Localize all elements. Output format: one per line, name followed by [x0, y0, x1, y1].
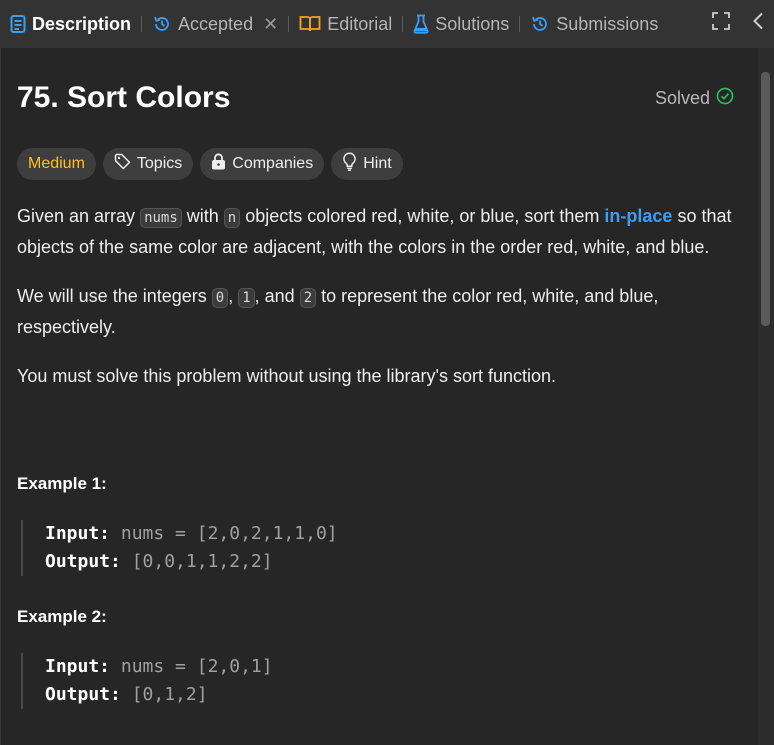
tag-icon [114, 153, 131, 175]
output-label: Output: [45, 684, 121, 705]
inline-code-1: 1 [238, 288, 255, 308]
input-label: Input: [45, 523, 111, 544]
description-paragraph-3: You must solve this problem without usin… [17, 366, 557, 386]
tab-bar: Description Accepted ✕ Editorial Solutio… [0, 0, 774, 48]
tab-accepted[interactable]: Accepted ✕ [152, 0, 278, 48]
solved-status: Solved [655, 87, 734, 110]
description-paragraph-1: Given an array nums with n objects color… [17, 202, 742, 262]
tab-separator [519, 16, 521, 32]
topics-button[interactable]: Topics [102, 148, 194, 180]
tab-separator [288, 16, 290, 32]
flask-icon [413, 14, 429, 34]
problem-description-panel: 75. Sort Colors Solved Medium Topics Com… [0, 48, 758, 745]
book-icon [299, 15, 321, 33]
example-2-input: Input: nums = [2,0,1] [45, 653, 742, 681]
companies-button[interactable]: Companies [200, 148, 325, 180]
example-2-output: Output: [0,1,2] [45, 681, 742, 709]
history-icon [152, 14, 172, 34]
lightbulb-icon [342, 152, 357, 176]
tab-accepted-label: Accepted [178, 13, 254, 34]
solved-status-label: Solved [654, 88, 710, 108]
example-1-output: Output: [0,0,1,1,2,2] [45, 548, 742, 576]
difficulty-badge: Medium [17, 148, 96, 180]
lock-icon [211, 153, 226, 175]
example-1-input: Input: nums = [2,0,2,1,1,0] [45, 520, 742, 548]
tab-bar-actions [712, 0, 764, 48]
tab-editorial[interactable]: Editorial [299, 0, 392, 48]
input-value: nums = [2,0,2,1,1,0] [120, 523, 338, 544]
history-icon [530, 14, 550, 34]
tab-submissions-label: Submissions [556, 13, 659, 34]
tab-description-label: Description [32, 13, 132, 34]
example-1-heading: Example 1: [17, 474, 107, 493]
output-value: [0,1,2] [131, 684, 208, 705]
inline-code-2: 2 [299, 288, 317, 308]
description-paragraph-2: We will use the integers 0, 1, and 2 to … [17, 282, 742, 342]
text: , and [254, 286, 300, 306]
input-value: nums = [2,0,1] [120, 656, 273, 677]
hint-button[interactable]: Hint [331, 148, 403, 180]
scrollbar-thumb[interactable] [761, 72, 770, 326]
example-1-block: Input: nums = [2,0,2,1,1,0] Output: [0,0… [21, 520, 742, 576]
check-circle-icon [716, 87, 734, 110]
fullscreen-icon[interactable] [712, 12, 730, 36]
document-icon [10, 15, 26, 33]
tab-separator [402, 16, 404, 32]
inline-code-0: 0 [211, 288, 229, 308]
tab-description[interactable]: Description [10, 0, 131, 48]
hint-label: Hint [363, 155, 392, 172]
text: objects colored red, white, or blue, sor… [240, 206, 605, 226]
tab-editorial-label: Editorial [327, 13, 393, 34]
text: with [181, 206, 224, 226]
example-2-block: Input: nums = [2,0,1] Output: [0,1,2] [21, 653, 742, 709]
output-value: [0,0,1,1,2,2] [131, 551, 273, 572]
example-2-heading: Example 2: [17, 607, 107, 626]
tab-solutions-label: Solutions [435, 13, 510, 34]
companies-label: Companies [232, 155, 314, 172]
problem-title[interactable]: 75. Sort Colors [17, 81, 230, 115]
tab-submissions[interactable]: Submissions [530, 0, 658, 48]
title-row: 75. Sort Colors Solved [17, 48, 742, 148]
text: , [228, 286, 239, 306]
close-icon[interactable]: ✕ [263, 14, 278, 35]
in-place-link[interactable]: in-place [604, 206, 672, 226]
chevron-left-icon[interactable] [752, 12, 764, 36]
inline-code-n: n [223, 208, 241, 228]
inline-code-nums: nums [140, 208, 182, 228]
input-label: Input: [45, 656, 111, 677]
output-label: Output: [45, 551, 121, 572]
tab-separator [141, 16, 143, 32]
problem-statement: Given an array nums with n objects color… [17, 202, 742, 709]
topics-label: Topics [136, 155, 183, 172]
text: Given an array [17, 206, 141, 226]
tab-solutions[interactable]: Solutions [413, 0, 509, 48]
text: We will use the integers [17, 286, 212, 306]
tag-list: Medium Topics Companies Hint [17, 148, 742, 180]
